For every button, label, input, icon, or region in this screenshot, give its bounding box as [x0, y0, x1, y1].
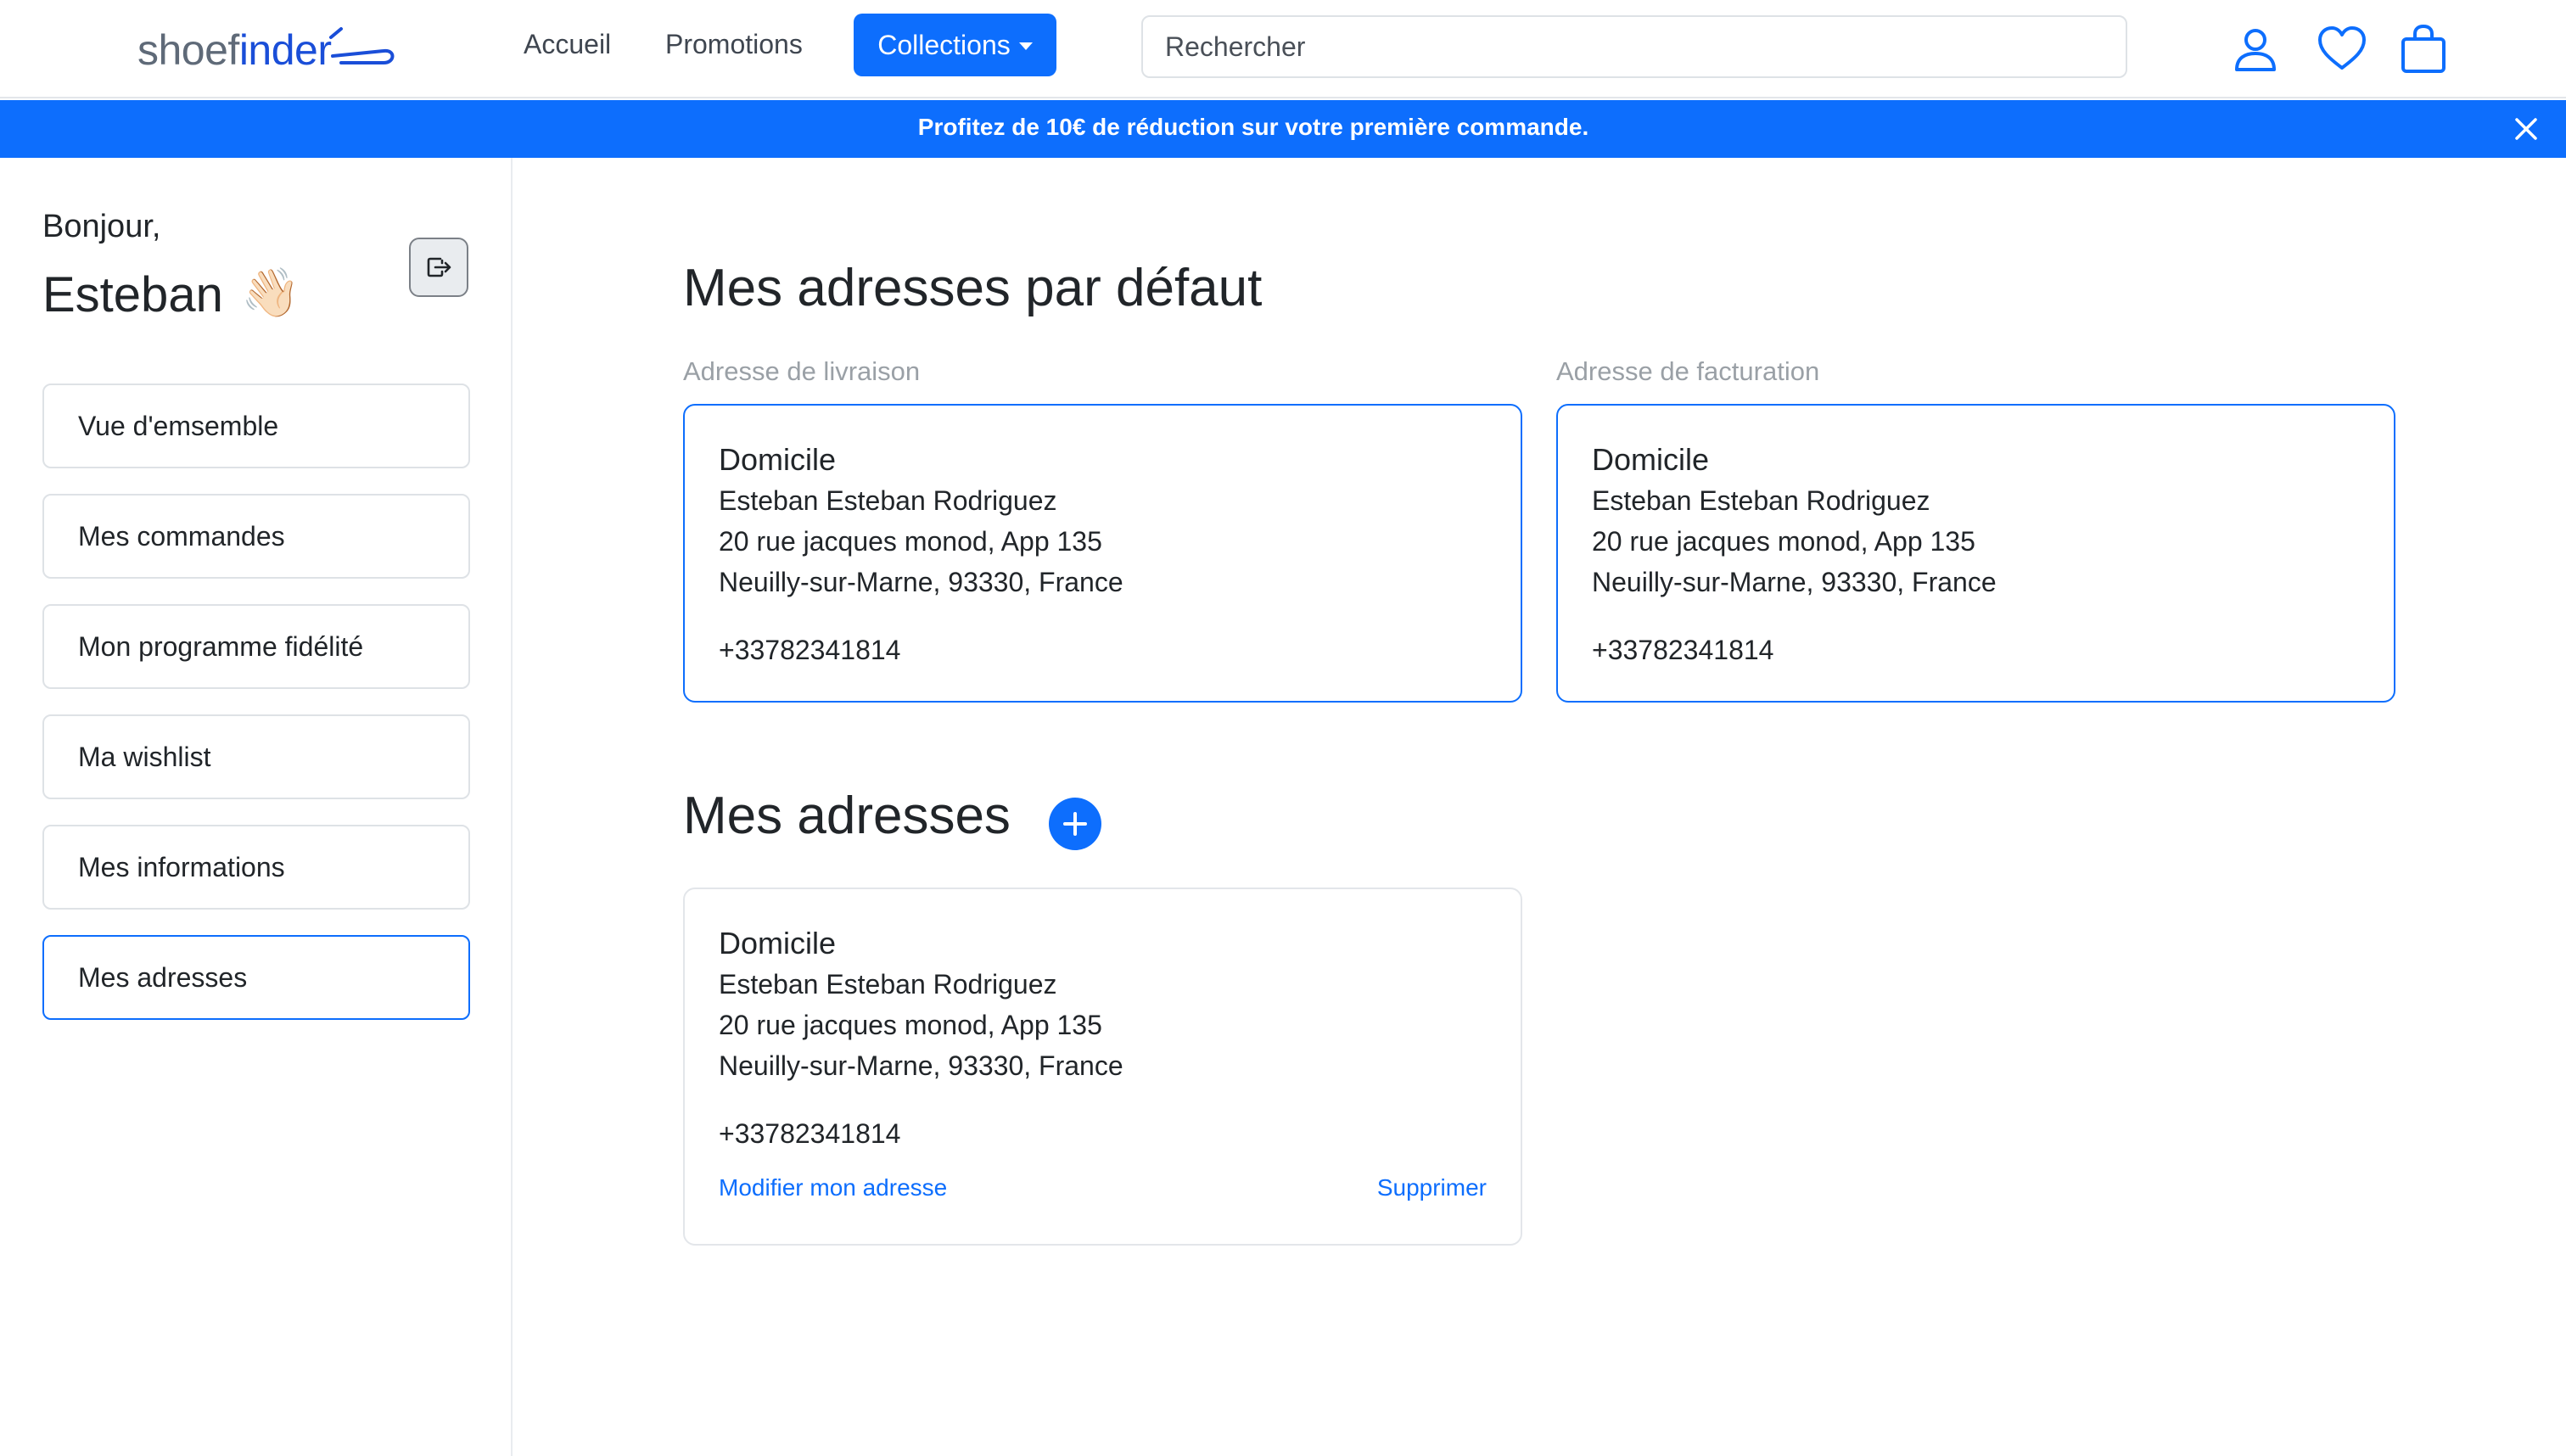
logo-swoosh-icon — [329, 27, 395, 64]
username: Esteban — [42, 267, 223, 322]
account-sidebar: Bonjour, Esteban 👋🏻 Vue d'emsemble Mes c… — [0, 158, 513, 1456]
shipping-address-card[interactable]: Domicile Esteban Esteban Rodriguez 20 ru… — [683, 404, 1522, 703]
sidebar-item-orders[interactable]: Mes commandes — [42, 494, 470, 579]
billing-address-card[interactable]: Domicile Esteban Esteban Rodriguez 20 ru… — [1556, 404, 2395, 703]
sidebar-item-wishlist[interactable]: Ma wishlist — [42, 714, 470, 799]
waving-hand-icon: 👋🏻 — [241, 266, 300, 319]
shoefinder-logo[interactable]: shoefinder — [137, 20, 395, 81]
sidebar-item-label: Mes informations — [78, 851, 285, 882]
billing-address-label: Adresse de facturation — [1556, 356, 1820, 386]
sidebar-item-loyalty[interactable]: Mon programme fidélité — [42, 604, 470, 689]
promo-text: Profitez de 10€ de réduction sur votre p… — [917, 114, 1589, 140]
sidebar-item-overview[interactable]: Vue d'emsemble — [42, 384, 470, 468]
my-addresses-title: Mes adresses — [683, 787, 1011, 845]
address-phone: +33782341814 — [1592, 635, 1774, 665]
address-street: 20 rue jacques monod, App 135 — [719, 526, 1102, 557]
sidebar-item-label: Vue d'emsemble — [78, 410, 279, 441]
address-name: Domicile — [719, 926, 837, 960]
address-city: Neuilly-sur-Marne, 93330, France — [1592, 567, 1997, 597]
user-icon[interactable] — [2230, 24, 2281, 75]
address-name: Domicile — [1592, 442, 1710, 477]
top-navbar: shoefinder Accueil Promotions Collection… — [0, 0, 2566, 98]
logo-prefix: shoef — [137, 26, 239, 74]
address-city: Neuilly-sur-Marne, 93330, France — [719, 1050, 1123, 1081]
sidebar-item-label: Mon programme fidélité — [78, 630, 364, 662]
address-city: Neuilly-sur-Marne, 93330, France — [719, 567, 1123, 597]
promo-banner: Profitez de 10€ de réduction sur votre p… — [0, 100, 2566, 158]
nav-link-accueil[interactable]: Accueil — [524, 29, 611, 60]
address-card: Domicile Esteban Esteban Rodriguez 20 ru… — [683, 888, 1522, 1246]
heart-icon[interactable] — [2317, 24, 2367, 75]
address-actions: Modifier mon adresse Supprimer — [719, 1174, 1487, 1201]
collections-label: Collections — [877, 29, 1011, 60]
default-addresses-title: Mes adresses par défaut — [683, 259, 1263, 317]
close-icon[interactable] — [2512, 115, 2541, 143]
delete-address-link[interactable]: Supprimer — [1377, 1174, 1487, 1201]
address-person: Esteban Esteban Rodriguez — [719, 485, 1057, 516]
address-person: Esteban Esteban Rodriguez — [719, 969, 1057, 1000]
collections-dropdown-button[interactable]: Collections — [854, 14, 1056, 76]
logout-button[interactable] — [409, 238, 468, 297]
sidebar-item-label: Mes commandes — [78, 520, 285, 552]
address-phone: +33782341814 — [719, 635, 901, 665]
sidebar-item-informations[interactable]: Mes informations — [42, 825, 470, 910]
address-street: 20 rue jacques monod, App 135 — [719, 1010, 1102, 1040]
address-person: Esteban Esteban Rodriguez — [1592, 485, 1930, 516]
search-input[interactable] — [1141, 15, 2127, 78]
add-address-button[interactable] — [1049, 798, 1101, 850]
sidebar-item-addresses[interactable]: Mes adresses — [42, 935, 470, 1020]
shipping-address-label: Adresse de livraison — [683, 356, 921, 386]
nav-link-promotions[interactable]: Promotions — [665, 29, 803, 60]
logout-icon — [427, 257, 451, 277]
greeting-text: Bonjour, — [42, 209, 161, 244]
sidebar-item-label: Mes adresses — [78, 961, 248, 993]
plus-icon — [1063, 812, 1087, 836]
address-street: 20 rue jacques monod, App 135 — [1592, 526, 1975, 557]
sidebar-item-label: Ma wishlist — [78, 741, 211, 772]
edit-address-link[interactable]: Modifier mon adresse — [719, 1174, 947, 1201]
shopping-bag-icon[interactable] — [2398, 24, 2449, 75]
address-name: Domicile — [719, 442, 837, 477]
address-phone: +33782341814 — [719, 1118, 901, 1149]
caret-down-icon — [1018, 42, 1033, 50]
